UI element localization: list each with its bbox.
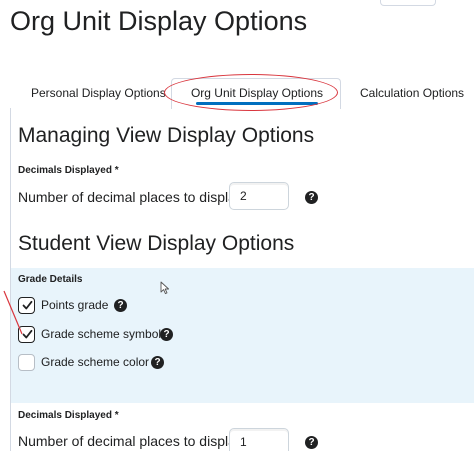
tab-org-unit-display-options[interactable]: Org Unit Display Options: [182, 78, 332, 108]
help-icon[interactable]: ?: [305, 191, 318, 204]
tab-label: Org Unit Display Options: [190, 86, 324, 100]
points-grade-label[interactable]: Points grade: [41, 298, 108, 312]
managing-view-heading: Managing View Display Options: [18, 124, 315, 147]
page-title: Org Unit Display Options: [10, 6, 308, 36]
help-icon[interactable]: ?: [114, 299, 127, 312]
grade-scheme-color-label[interactable]: Grade scheme color: [41, 355, 149, 369]
student-decimals-input[interactable]: [229, 428, 289, 451]
student-decimals-text: Number of decimal places to display: [18, 433, 243, 449]
tab-personal-display-options[interactable]: Personal Display Options: [31, 78, 166, 108]
tab-calculation-options[interactable]: Calculation Options: [360, 78, 464, 108]
help-icon[interactable]: ?: [151, 356, 164, 369]
points-grade-checkbox[interactable]: [18, 297, 35, 314]
mouse-cursor-icon: [160, 281, 170, 295]
student-decimals-label: Decimals Displayed *: [18, 410, 119, 421]
tab-bar: Personal Display Options Org Unit Displa…: [0, 78, 474, 109]
student-view-heading: Student View Display Options: [18, 232, 295, 255]
checkmark-icon: [22, 329, 33, 339]
grade-scheme-symbol-checkbox[interactable]: [18, 326, 35, 343]
active-tab-indicator: [196, 102, 318, 105]
grade-scheme-color-checkbox[interactable]: [18, 354, 35, 371]
help-icon[interactable]: ?: [305, 436, 318, 449]
help-icon[interactable]: ?: [160, 328, 173, 341]
managing-decimals-text: Number of decimal places to display: [18, 189, 243, 205]
top-right-button-edge[interactable]: [380, 0, 436, 6]
managing-decimals-input[interactable]: [229, 182, 289, 210]
grade-details-label: Grade Details: [18, 274, 83, 285]
checkmark-icon: [22, 300, 33, 310]
managing-decimals-label: Decimals Displayed *: [18, 165, 119, 176]
grade-scheme-symbol-label[interactable]: Grade scheme symbol: [41, 327, 161, 341]
